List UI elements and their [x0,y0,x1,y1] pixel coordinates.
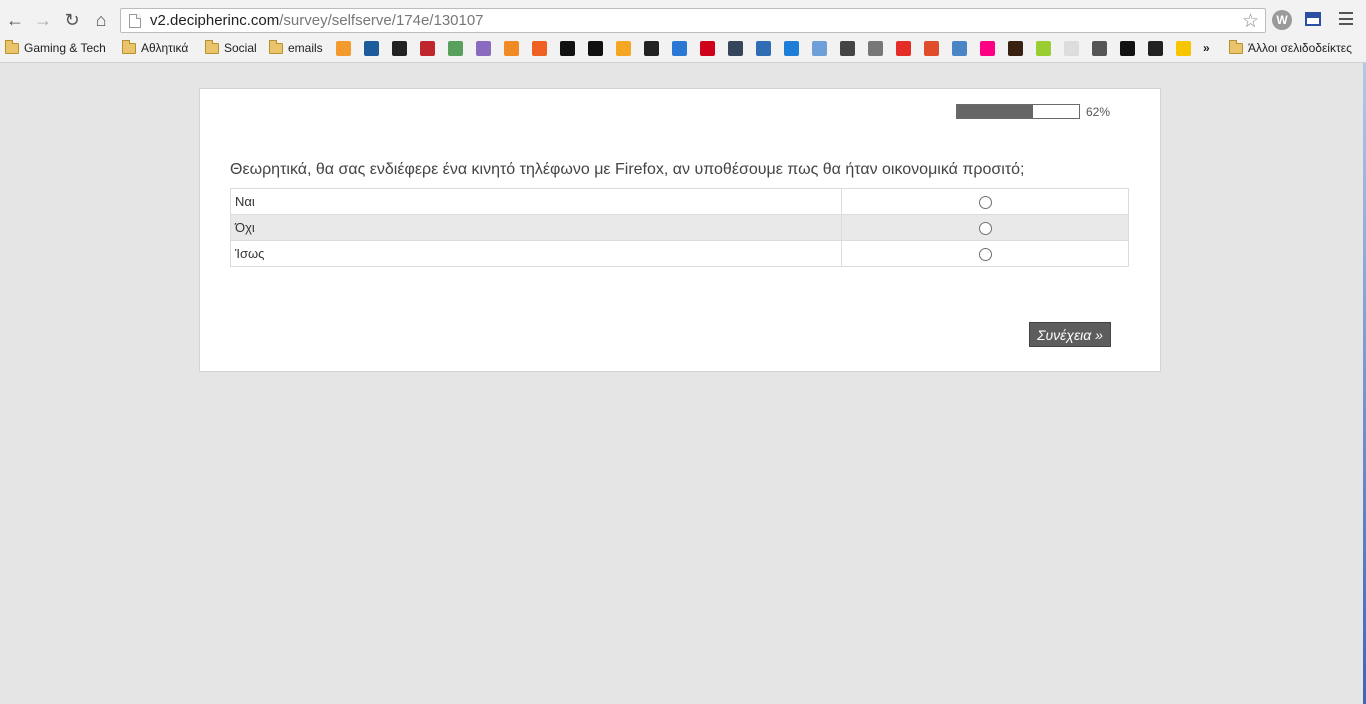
bookmark-folder[interactable]: emails [269,38,323,58]
purple-logo-icon[interactable] [476,41,491,56]
goodreads-dark-icon[interactable] [1008,41,1023,56]
black-c-icon[interactable] [1120,41,1135,56]
green-stripes-icon[interactable] [1036,41,1051,56]
bookmark-label: Social [224,41,257,55]
black-logo-2-icon[interactable] [588,41,603,56]
pegi-icon[interactable] [364,41,379,56]
answer-choice-cell [841,214,1129,241]
red-logo-icon[interactable] [700,41,715,56]
bookmark-label: Gaming & Tech [24,41,106,55]
screen-icon[interactable] [952,41,967,56]
answer-table: Ναι Όχι Ίσως [230,188,1129,267]
wr-icon[interactable] [924,41,939,56]
address-bar[interactable]: v2.decipherinc.com/survey/selfserve/174e… [120,8,1266,33]
blue-round-icon[interactable] [672,41,687,56]
bookmark-label: Αθλητικά [141,41,189,55]
bookmark-folder[interactable]: Αθλητικά [122,38,188,58]
hamburger-menu-icon[interactable] [1339,12,1353,25]
green-logo-icon[interactable] [448,41,463,56]
page-icon [129,13,141,28]
star-icon[interactable]: ☆ [1242,10,1259,33]
bookmarks-bar: Gaming & Tech Αθλητικά Social emails » Ά… [0,38,1366,58]
folder-icon [122,39,136,54]
extension-w-icon[interactable]: W [1272,10,1292,30]
bookmark-label: Άλλοι σελιδοδείκτες [1248,41,1352,55]
bookmark-folder[interactable]: Social [205,38,257,58]
bookmark-label: emails [288,41,323,55]
youtube-icon[interactable] [896,41,911,56]
radio-yes[interactable] [978,196,992,210]
black-logo-3-icon[interactable] [644,41,659,56]
progress-fill [957,105,1033,118]
wave-icon[interactable] [1148,41,1163,56]
radio-maybe[interactable] [978,248,992,262]
survey-panel: 62% Θεωρητικά, θα σας ενδιέφερε ένα κινη… [199,88,1161,372]
browser-toolbar: ← → ↻ ⌂ v2.decipherinc.com/survey/selfse… [0,0,1366,38]
folder-icon [205,39,219,54]
answer-choice-cell [841,240,1129,267]
arrow-left-icon[interactable]: ← [4,9,26,31]
dark-logo-icon[interactable] [392,41,407,56]
blank-page-icon[interactable] [1064,41,1079,56]
red-circle-icon[interactable] [420,41,435,56]
orange-logo-icon[interactable] [504,41,519,56]
rss-icon[interactable] [336,41,351,56]
doc-icon[interactable] [812,41,827,56]
progress-bar [956,104,1080,119]
bookmarks-overflow-button[interactable]: » [1203,38,1210,58]
url-path: /survey/selfserve/174e/130107 [279,12,484,29]
url-host: v2.decipherinc.com [150,12,280,29]
folder-icon [5,39,19,54]
answer-label: Όχι [230,214,842,241]
radio-no[interactable] [978,222,992,236]
arrow-right-icon[interactable]: → [32,9,54,31]
other-bookmarks-folder[interactable]: Άλλοι σελιδοδείκτες [1229,38,1352,58]
goodreads-icon[interactable] [840,41,855,56]
blue-13-icon[interactable] [784,41,799,56]
flag-icon[interactable] [1305,12,1321,26]
browser-chrome: ← → ↻ ⌂ v2.decipherinc.com/survey/selfse… [0,0,1366,63]
black-logo-icon[interactable] [560,41,575,56]
fc-icon[interactable] [756,41,771,56]
question-text: Θεωρητικά, θα σας ενδιέφερε ένα κινητό τ… [230,161,1025,178]
answer-row: Όχι [230,214,1129,241]
answer-row: Ίσως [230,240,1129,267]
folder-icon [269,39,283,54]
answer-row: Ναι [230,188,1129,215]
yellow-square-icon[interactable] [616,41,631,56]
answer-choice-cell [841,188,1129,215]
answer-label: Ίσως [230,240,842,267]
bookmark-folder[interactable]: Gaming & Tech [5,38,106,58]
grey-logo-icon[interactable] [1092,41,1107,56]
bitly-icon[interactable] [532,41,547,56]
home-icon[interactable]: ⌂ [90,9,112,31]
progress-label: 62% [1086,105,1111,119]
folder-icon [1229,39,1243,54]
flickr-icon[interactable] [980,41,995,56]
answer-label: Ναι [230,188,842,215]
tumblr-icon[interactable] [728,41,743,56]
continue-button[interactable]: Συνέχεια » [1029,322,1111,347]
reload-icon[interactable]: ↻ [61,9,83,31]
sun-icon[interactable] [1176,41,1191,56]
wikipedia-icon[interactable] [868,41,883,56]
